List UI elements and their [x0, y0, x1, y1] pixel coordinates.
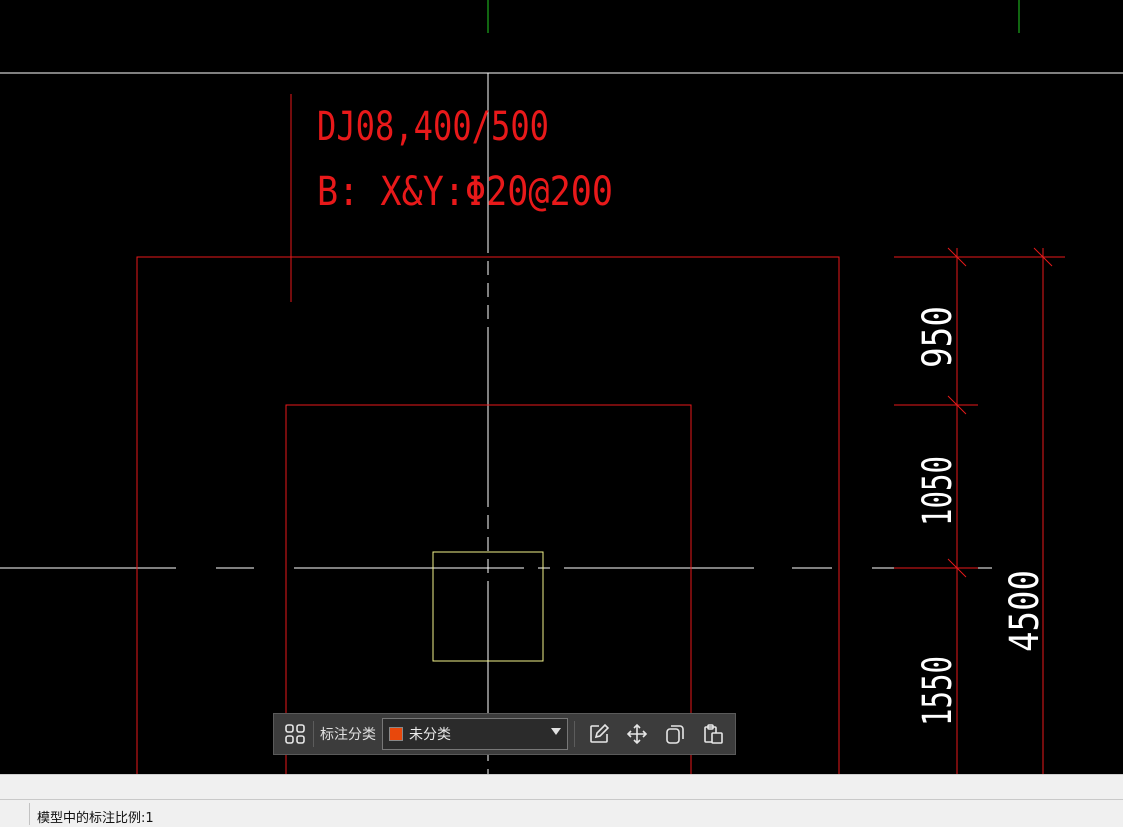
dim-text-4500: 4500	[1002, 570, 1048, 652]
footing-label-line2: B: X&Y:Φ20@200	[317, 169, 613, 215]
toolbar-separator	[313, 721, 314, 747]
chevron-down-icon	[551, 728, 561, 735]
grid-icon[interactable]	[281, 720, 309, 748]
category-selected-value: 未分类	[409, 727, 451, 743]
annotation-toolbar: 标注分类 未分类	[273, 713, 736, 755]
cad-drawing[interactable]: DJ08,400/500 B: X&Y:Φ20@200 950 1050 155…	[0, 0, 1123, 774]
dim-text-950: 950	[915, 306, 961, 368]
footing-label-line1: DJ08,400/500	[317, 104, 549, 150]
paste-icon[interactable]	[699, 720, 727, 748]
toolbar-separator	[574, 721, 575, 747]
edit-icon[interactable]	[585, 720, 613, 748]
category-color-swatch	[389, 727, 403, 741]
status-divider	[29, 803, 30, 825]
drawing-canvas[interactable]: DJ08,400/500 B: X&Y:Φ20@200 950 1050 155…	[0, 0, 1123, 774]
category-dropdown[interactable]: 未分类	[382, 718, 568, 750]
copy-icon[interactable]	[661, 720, 689, 748]
dim-text-1050: 1050	[915, 456, 961, 526]
move-icon[interactable]	[623, 720, 651, 748]
category-label: 标注分类	[320, 727, 376, 743]
status-bar: 模型中的标注比例:1	[0, 799, 1123, 827]
dimension-group[interactable]: 950 1050 1550 4500	[894, 247, 1065, 774]
command-strip	[0, 774, 1123, 799]
annotation-scale-status: 模型中的标注比例:1	[37, 811, 154, 826]
dim-text-1550: 1550	[915, 656, 961, 726]
